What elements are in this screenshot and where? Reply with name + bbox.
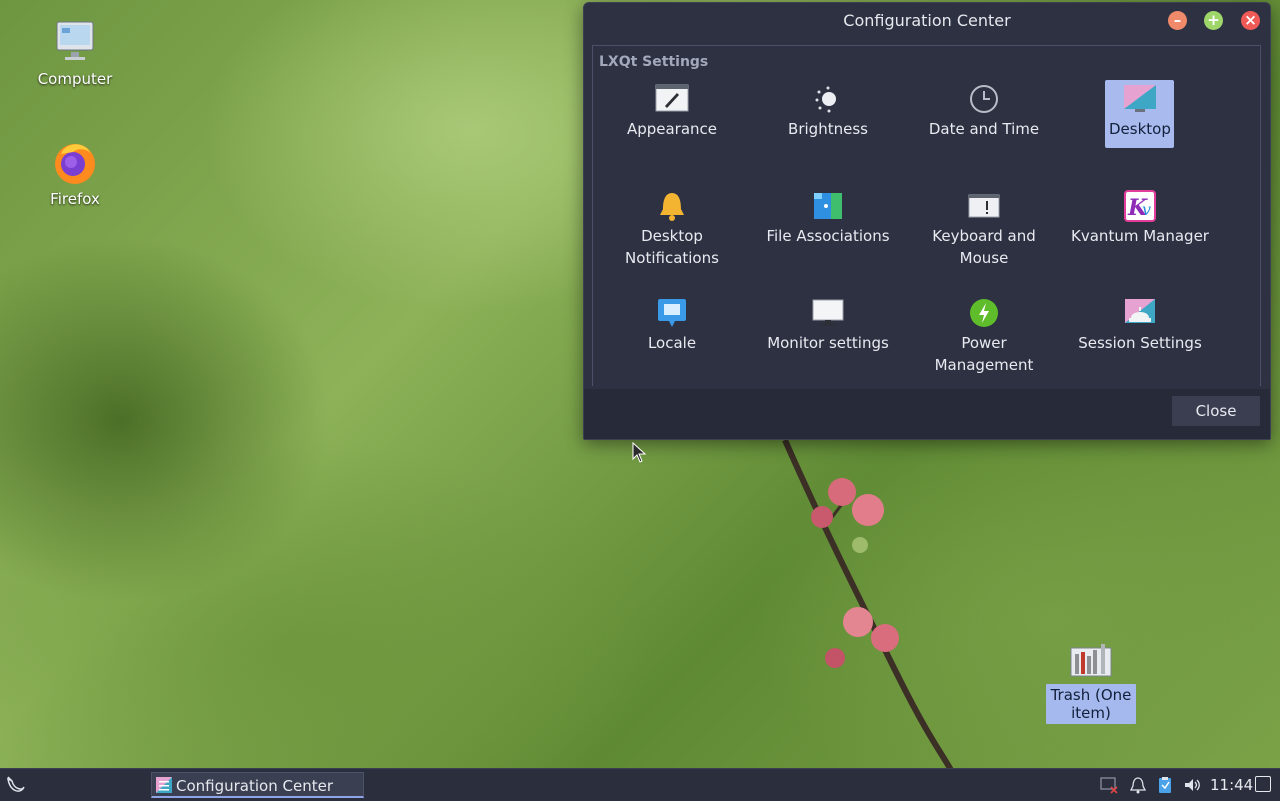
plus-icon: + [1207, 11, 1220, 29]
clock-icon [967, 82, 1001, 116]
keyboard-icon [967, 189, 1001, 223]
settings-group: LXQt Settings Appearance Brightness Date… [592, 45, 1261, 386]
settings-item-date-time[interactable]: Date and Time [909, 82, 1059, 140]
session-icon [1123, 296, 1157, 330]
firefox-icon [51, 138, 99, 186]
dialog-footer: Close [584, 389, 1270, 439]
desktop-icon-label: Computer [37, 70, 113, 88]
brightness-icon [811, 82, 845, 116]
show-desktop-button[interactable] [1255, 776, 1271, 792]
settings-item-label: Desktop Notifications [625, 227, 719, 267]
settings-item-label: File Associations [766, 227, 890, 245]
settings-item-label: Keyboard and Mouse [932, 227, 1036, 267]
file-associations-icon [811, 189, 845, 223]
settings-item-monitor-settings[interactable]: Monitor settings [753, 296, 903, 354]
bell-icon [655, 189, 689, 223]
settings-item-label: Appearance [626, 120, 718, 138]
settings-item-kvantum-manager[interactable]: Kv Kvantum Manager [1065, 189, 1215, 247]
trash-icon [1067, 640, 1115, 680]
appearance-icon [655, 82, 689, 116]
volume-icon[interactable] [1183, 776, 1201, 794]
taskbar: Configuration Center 11:44 [0, 768, 1280, 801]
desktop-icon-label: Trash (One item) [1046, 684, 1136, 724]
settings-item-label: Brightness [788, 120, 868, 138]
clipboard-icon[interactable] [1156, 776, 1174, 794]
kvantum-icon: Kv [1123, 189, 1157, 223]
taskbar-task-label: Configuration Center [176, 777, 333, 795]
settings-item-label: Date and Time [928, 120, 1040, 138]
settings-item-desktop-notifications[interactable]: Desktop Notifications [597, 189, 747, 269]
title-bar[interactable]: Configuration Center – + × [584, 3, 1270, 37]
configuration-center-window: Configuration Center – + × LXQt Settings… [583, 2, 1271, 440]
group-title: LXQt Settings [599, 54, 709, 70]
clock[interactable]: 11:44 [1210, 776, 1253, 794]
settings-item-appearance[interactable]: Appearance [597, 82, 747, 140]
desktop-icon-trash[interactable]: Trash (One item) [1046, 640, 1136, 724]
close-icon: × [1244, 11, 1257, 29]
notification-bell-icon[interactable] [1129, 776, 1147, 794]
settings-item-file-associations[interactable]: File Associations [753, 189, 903, 247]
settings-item-label: Power Management [934, 334, 1034, 374]
mouse-cursor-icon [632, 442, 647, 463]
desktop-icon [1123, 82, 1157, 116]
maximize-button[interactable]: + [1204, 11, 1223, 30]
settings-item-locale[interactable]: Locale [597, 296, 747, 354]
close-window-button[interactable]: × [1241, 11, 1260, 30]
minimize-button[interactable]: – [1168, 11, 1187, 30]
monitor-icon [811, 296, 845, 330]
taskbar-task-configuration-center[interactable]: Configuration Center [151, 772, 364, 798]
settings-item-label: Monitor settings [767, 334, 889, 352]
settings-item-label: Kvantum Manager [1071, 227, 1209, 245]
desktop-icon-label: Firefox [50, 190, 100, 208]
svg-text:v: v [1142, 200, 1151, 219]
settings-item-desktop[interactable]: Desktop [1105, 80, 1174, 148]
settings-item-session-settings[interactable]: Session Settings [1065, 296, 1215, 354]
power-icon [967, 296, 1001, 330]
computer-icon [51, 18, 99, 66]
desktop-icon-computer[interactable]: Computer [30, 18, 120, 88]
main-menu-button[interactable] [4, 773, 28, 797]
settings-item-label: Locale [647, 334, 697, 352]
settings-item-keyboard-mouse[interactable]: Keyboard and Mouse [909, 189, 1059, 269]
settings-item-label: Desktop [1109, 120, 1171, 138]
configuration-center-icon [156, 777, 172, 793]
minimize-icon: – [1173, 11, 1182, 29]
settings-item-label: Session Settings [1078, 334, 1202, 352]
desktop-icon-firefox[interactable]: Firefox [30, 138, 120, 208]
lxqt-menu-icon [7, 776, 25, 792]
settings-item-brightness[interactable]: Brightness [753, 82, 903, 140]
settings-item-power-management[interactable]: Power Management [909, 296, 1059, 376]
close-button[interactable]: Close [1172, 396, 1260, 426]
network-disconnected-icon[interactable] [1100, 776, 1118, 794]
locale-icon [655, 296, 689, 330]
